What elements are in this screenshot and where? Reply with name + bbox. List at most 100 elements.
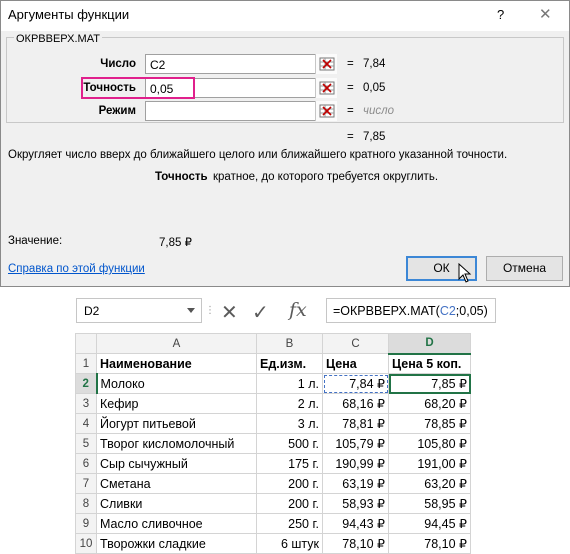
- spreadsheet-grid: A B C D 1 Наименование Ед.изм. Цена Цена…: [75, 333, 471, 554]
- table-row: 4 Йогурт питьевой 3 л. 78,81 ₽ 78,85 ₽: [75, 413, 471, 434]
- table-row: 5 Творог кисломолочный 500 г. 105,79 ₽ 1…: [75, 433, 471, 454]
- enter-formula-icon[interactable]: ✓: [252, 300, 269, 325]
- column-header[interactable]: A: [96, 333, 257, 354]
- dialog-title: Аргументы функции: [8, 7, 130, 22]
- cell[interactable]: 190,99 ₽: [322, 453, 389, 474]
- cell[interactable]: 78,85 ₽: [388, 413, 471, 434]
- function-help-link[interactable]: Справка по этой функции: [8, 263, 145, 275]
- cell[interactable]: Сыр сычужный: [96, 453, 257, 474]
- cell[interactable]: 58,95 ₽: [388, 493, 471, 514]
- cell[interactable]: Ед.изм.: [256, 353, 323, 374]
- cell[interactable]: Творог кисломолочный: [96, 433, 257, 454]
- function-name: ОКРВВЕРХ.МАТ: [14, 33, 102, 45]
- row-header[interactable]: 9: [75, 513, 97, 534]
- cell[interactable]: 191,00 ₽: [388, 453, 471, 474]
- table-row: 7 Сметана 200 г. 63,19 ₽ 63,20 ₽: [75, 473, 471, 494]
- help-icon[interactable]: ?: [497, 7, 504, 22]
- row-header[interactable]: 7: [75, 473, 97, 494]
- table-row: 1 Наименование Ед.изм. Цена Цена 5 коп.: [75, 353, 471, 374]
- range-select-button-precision[interactable]: [315, 78, 337, 98]
- cell[interactable]: 94,43 ₽: [322, 513, 389, 534]
- range-select-button-mode[interactable]: [315, 101, 337, 121]
- table-row: 9 Масло сливочное 250 г. 94,43 ₽ 94,45 ₽: [75, 513, 471, 534]
- total-eq: =: [347, 131, 354, 143]
- range-select-button-number[interactable]: [315, 54, 337, 74]
- row-header[interactable]: 3: [75, 393, 97, 414]
- arg-input-number[interactable]: C2: [145, 54, 337, 74]
- cell[interactable]: Наименование: [96, 353, 257, 374]
- row-header[interactable]: 1: [75, 353, 97, 374]
- cell[interactable]: Кефир: [96, 393, 257, 414]
- cell[interactable]: 68,16 ₽: [322, 393, 389, 414]
- cell[interactable]: 200 г.: [256, 473, 323, 494]
- column-header[interactable]: C: [322, 333, 389, 354]
- cell[interactable]: 58,93 ₽: [322, 493, 389, 514]
- table-row: 2 Молоко 1 л. 7,84 ₽ 7,85 ₽: [75, 373, 471, 394]
- cell[interactable]: 250 г.: [256, 513, 323, 534]
- dialog-titlebar: Аргументы функции ? ✕: [1, 1, 569, 31]
- table-row: 6 Сыр сычужный 175 г. 190,99 ₽ 191,00 ₽: [75, 453, 471, 474]
- cancel-formula-icon[interactable]: ✕: [221, 300, 238, 325]
- function-description: Округляет число вверх до ближайшего цело…: [8, 149, 508, 161]
- cell[interactable]: 1 л.: [256, 373, 323, 394]
- arg-input-mode[interactable]: [145, 101, 337, 121]
- table-row: 8 Сливки 200 г. 58,93 ₽ 58,95 ₽: [75, 493, 471, 514]
- cancel-button[interactable]: Отмена: [486, 256, 563, 281]
- cell[interactable]: 105,79 ₽: [322, 433, 389, 454]
- cell[interactable]: 6 штук: [256, 533, 323, 554]
- cell[interactable]: Цена 5 коп.: [388, 353, 471, 374]
- cell[interactable]: 68,20 ₽: [388, 393, 471, 414]
- cell[interactable]: 63,20 ₽: [388, 473, 471, 494]
- collapse-dialog-icon: [319, 104, 335, 118]
- arg-result-precision: 0,05: [363, 82, 386, 94]
- arg-eq: =: [347, 58, 354, 70]
- arg-label-mode: Режим: [98, 105, 136, 117]
- value-result: 7,85 ₽: [159, 237, 192, 249]
- column-header[interactable]: B: [256, 333, 323, 354]
- formula-cell-ref: C2: [439, 304, 456, 318]
- cell[interactable]: 78,10 ₽: [388, 533, 471, 554]
- arg-description-name: Точность: [155, 171, 208, 183]
- cell[interactable]: 63,19 ₽: [322, 473, 389, 494]
- cell[interactable]: Масло сливочное: [96, 513, 257, 534]
- cell[interactable]: 2 л.: [256, 393, 323, 414]
- arg-result-number: 7,84: [363, 58, 386, 70]
- cell-active[interactable]: 7,85 ₽: [388, 373, 471, 394]
- cell[interactable]: 200 г.: [256, 493, 323, 514]
- insert-function-icon[interactable]: fx: [289, 299, 307, 321]
- column-header-row: A B C D: [75, 333, 471, 355]
- cell[interactable]: 105,80 ₽: [388, 433, 471, 454]
- cell[interactable]: 78,81 ₽: [322, 413, 389, 434]
- row-header[interactable]: 5: [75, 433, 97, 454]
- formula-input[interactable]: =ОКРВВЕРХ.МАТ(C2;0,05): [326, 298, 496, 323]
- cell-referenced[interactable]: 7,84 ₽: [322, 373, 389, 394]
- name-box[interactable]: D2: [76, 298, 202, 323]
- chevron-down-icon[interactable]: [187, 308, 195, 313]
- precision-highlight-box: [81, 77, 195, 99]
- cell[interactable]: 500 г.: [256, 433, 323, 454]
- cell[interactable]: Цена: [322, 353, 389, 374]
- row-header[interactable]: 6: [75, 453, 97, 474]
- cell[interactable]: Сметана: [96, 473, 257, 494]
- close-icon[interactable]: ✕: [539, 5, 552, 23]
- cell[interactable]: 78,10 ₽: [322, 533, 389, 554]
- cell[interactable]: 94,45 ₽: [388, 513, 471, 534]
- cell[interactable]: Сливки: [96, 493, 257, 514]
- table-row: 3 Кефир 2 л. 68,16 ₽ 68,20 ₽: [75, 393, 471, 414]
- select-all-corner[interactable]: [75, 333, 97, 354]
- row-header[interactable]: 4: [75, 413, 97, 434]
- formula-suffix: ;0,05): [455, 304, 488, 318]
- more-icon: ⋮: [205, 305, 215, 316]
- cell[interactable]: Творожки сладкие: [96, 533, 257, 554]
- cell[interactable]: Молоко: [96, 373, 257, 394]
- cell[interactable]: 3 л.: [256, 413, 323, 434]
- row-header[interactable]: 10: [75, 533, 97, 554]
- row-header-active[interactable]: 2: [75, 373, 98, 394]
- arg-label-number: Число: [100, 58, 136, 70]
- arg-result-mode: число: [363, 105, 394, 117]
- row-header[interactable]: 8: [75, 493, 97, 514]
- cell[interactable]: 175 г.: [256, 453, 323, 474]
- arg-eq: =: [347, 105, 354, 117]
- column-header-active[interactable]: D: [388, 333, 471, 355]
- cell[interactable]: Йогурт питьевой: [96, 413, 257, 434]
